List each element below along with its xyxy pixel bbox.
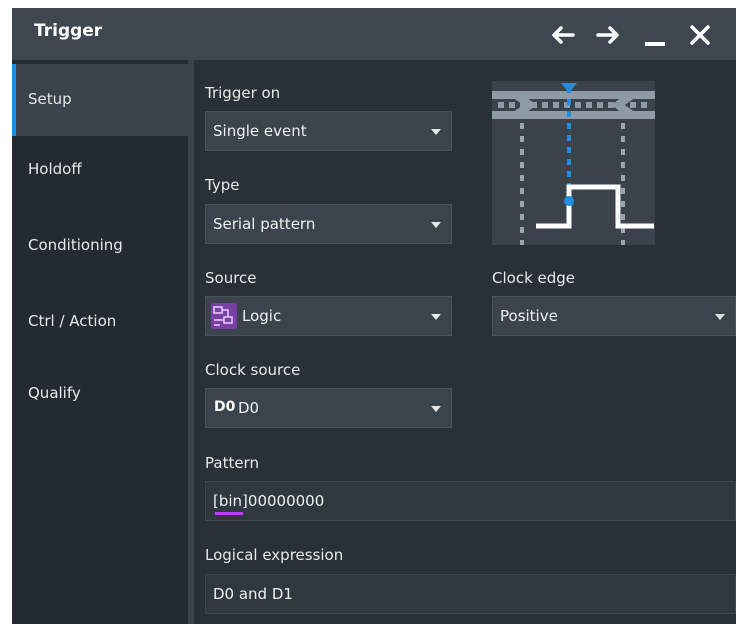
trigger-on-label: Trigger on	[205, 84, 281, 102]
sidebar-item-label: Conditioning	[28, 236, 123, 254]
pattern-input[interactable]: [bin] 00000000	[205, 481, 736, 521]
type-label: Type	[205, 176, 240, 194]
chevron-down-icon	[431, 314, 441, 320]
type-select[interactable]: Serial pattern	[205, 204, 452, 244]
dialog-title: Trigger	[34, 21, 103, 41]
source-select[interactable]: Logic	[205, 296, 452, 336]
clock-source-value: D0	[238, 399, 260, 417]
chevron-down-icon	[431, 129, 441, 135]
cursor-marker	[215, 512, 243, 515]
pattern-value: [bin] 00000000	[213, 492, 325, 515]
sidebar: Setup Holdoff Conditioning Ctrl / Action…	[12, 60, 188, 624]
logical-expression-value: D0 and D1	[213, 585, 293, 603]
title-bar: Trigger	[12, 8, 736, 60]
sidebar-item-ctrl-action[interactable]: Ctrl / Action	[12, 286, 188, 358]
clock-edge-label: Clock edge	[492, 269, 576, 287]
logical-expression-label: Logical expression	[205, 546, 344, 564]
sidebar-item-qualify[interactable]: Qualify	[12, 358, 188, 430]
close-icon[interactable]	[684, 20, 716, 50]
source-label: Source	[205, 269, 257, 287]
minimize-icon[interactable]	[639, 20, 671, 50]
chevron-down-icon	[431, 222, 441, 228]
channel-badge: D0	[214, 399, 236, 415]
sidebar-item-label: Setup	[28, 90, 72, 108]
logic-icon	[211, 303, 237, 329]
chevron-down-icon	[431, 406, 441, 412]
sidebar-item-conditioning[interactable]: Conditioning	[12, 210, 188, 282]
sidebar-item-label: Ctrl / Action	[28, 312, 117, 330]
format-prefix-label: [bin]	[213, 492, 248, 510]
sidebar-item-label: Holdoff	[28, 160, 82, 178]
arrow-left-icon[interactable]	[547, 20, 579, 50]
trigger-preview-diagram	[492, 81, 655, 245]
trigger-on-select[interactable]: Single event	[205, 111, 452, 151]
trigger-on-value: Single event	[213, 122, 307, 140]
clock-source-select[interactable]: D0 D0	[205, 388, 452, 428]
sidebar-item-holdoff[interactable]: Holdoff	[12, 134, 188, 206]
clock-source-label: Clock source	[205, 361, 301, 379]
sidebar-divider	[188, 60, 194, 624]
trigger-dialog: Trigger Setup Holdoff Conditioning Ctrl …	[12, 8, 736, 624]
source-value: Logic	[242, 307, 282, 325]
sidebar-item-label: Qualify	[28, 384, 81, 402]
logical-expression-input[interactable]: D0 and D1	[205, 574, 736, 614]
clock-edge-select[interactable]: Positive	[492, 296, 736, 336]
pattern-bits: 00000000	[247, 492, 325, 510]
chevron-down-icon	[715, 314, 725, 320]
arrow-right-icon[interactable]	[592, 20, 624, 50]
bin-format-prefix[interactable]: [bin]	[213, 492, 248, 515]
type-value: Serial pattern	[213, 215, 316, 233]
clock-edge-value: Positive	[500, 307, 558, 325]
sidebar-item-setup[interactable]: Setup	[12, 64, 188, 136]
pattern-label: Pattern	[205, 454, 259, 472]
